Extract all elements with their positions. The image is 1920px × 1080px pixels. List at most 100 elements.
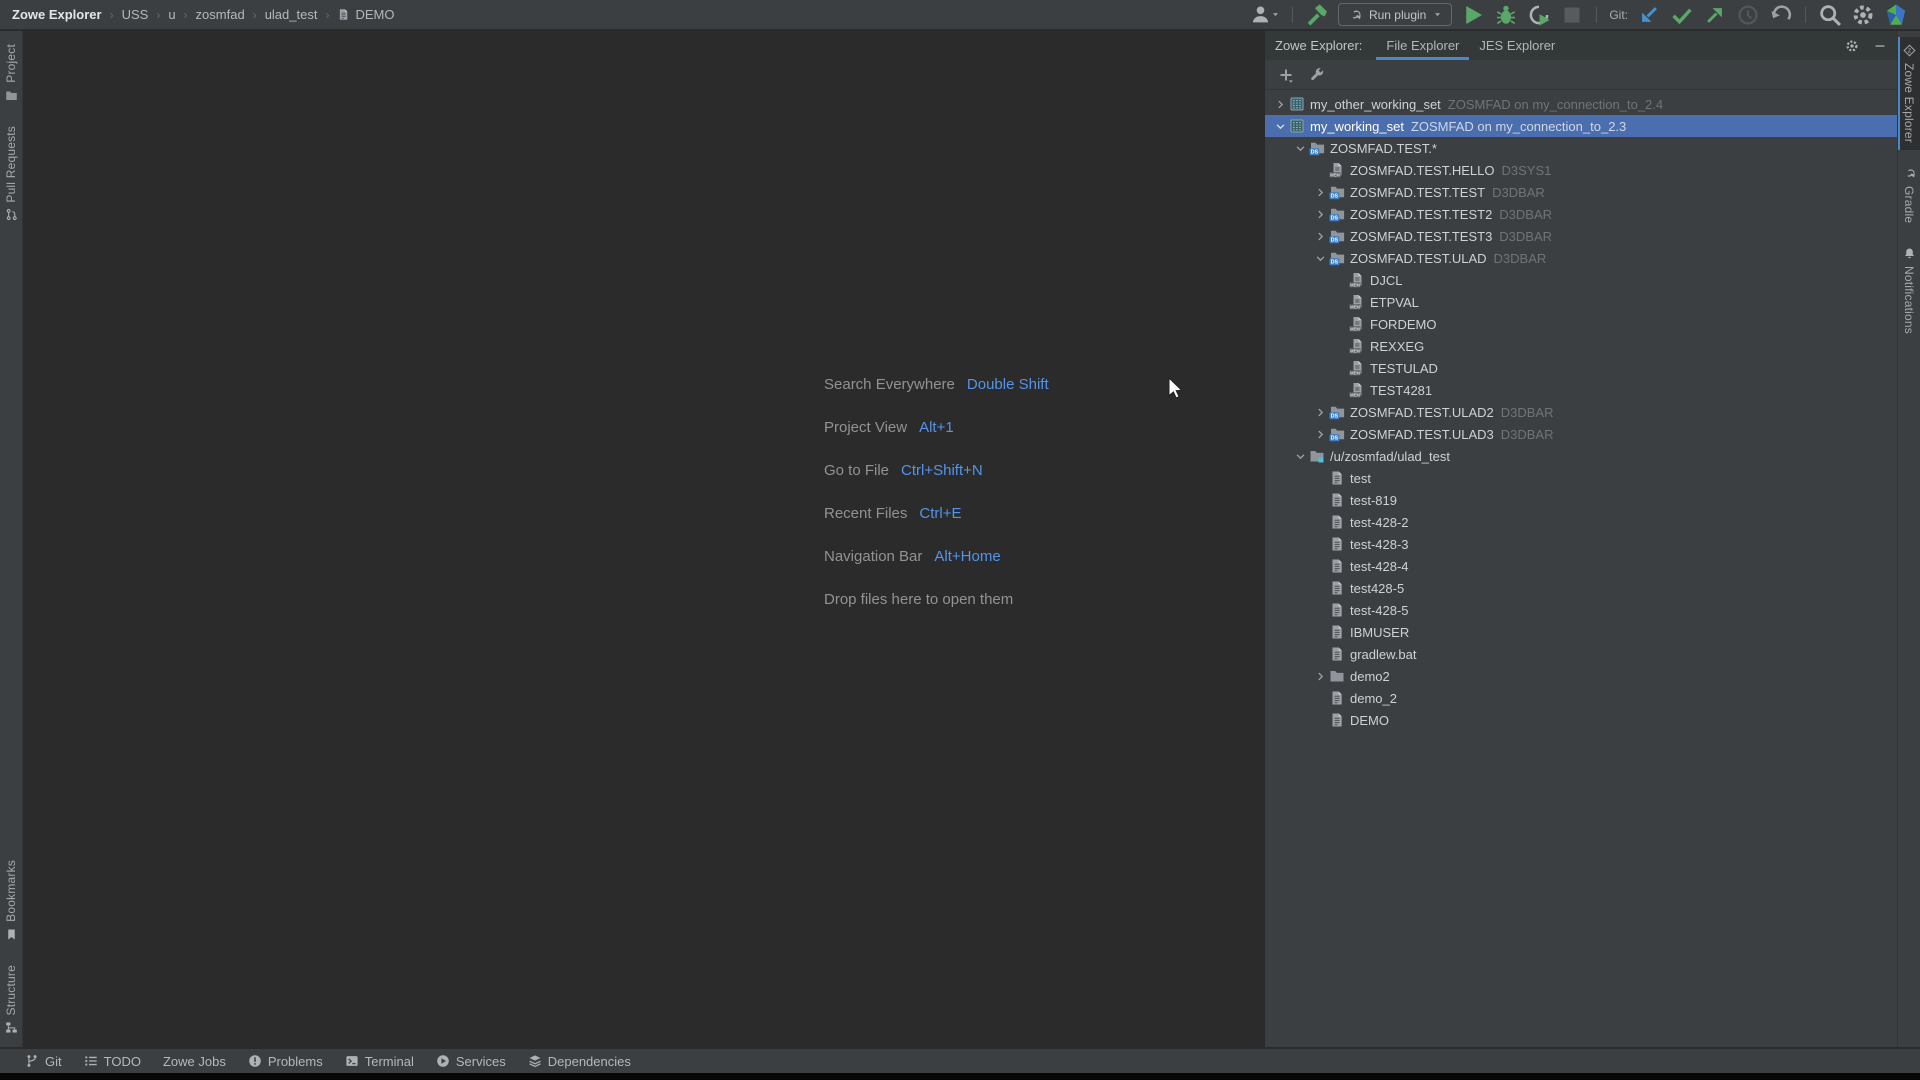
tree-row[interactable]: test	[1265, 467, 1897, 489]
tree-item-note: D3DBAR	[1499, 207, 1552, 222]
tree-row[interactable]: demo_2	[1265, 687, 1897, 709]
stop-button[interactable]	[1560, 4, 1584, 26]
tree-item-label: DJCL	[1370, 273, 1403, 288]
ds-folder-icon: DS	[1329, 404, 1348, 420]
statusbar-label: Problems	[268, 1054, 323, 1069]
tree-row[interactable]: MEMTEST4281	[1265, 379, 1897, 401]
left-tool-stripe: Project Pull Requests Bookmarks Structure	[0, 31, 23, 1047]
breadcrumb-separator: ›	[325, 8, 329, 22]
statusbar-todo[interactable]: TODO	[84, 1054, 141, 1069]
run-button[interactable]	[1461, 4, 1485, 26]
statusbar-terminal[interactable]: Terminal	[345, 1054, 414, 1069]
search-everywhere-button[interactable]	[1818, 4, 1842, 26]
tree-row[interactable]: DSZOSMFAD.TEST.ULAD3D3DBAR	[1265, 423, 1897, 445]
tree-row[interactable]: test-428-4	[1265, 555, 1897, 577]
tree-row[interactable]: test-819	[1265, 489, 1897, 511]
tree-row[interactable]: MEMZOSMFAD.TEST.HELLOD3SYS1	[1265, 159, 1897, 181]
tree-row[interactable]: DSZOSMFAD.TEST.TESTD3DBAR	[1265, 181, 1897, 203]
run-config-combo[interactable]: Run plugin	[1338, 3, 1452, 26]
shortcut-row: Recent FilesCtrl+E	[824, 492, 1049, 535]
rollback-button[interactable]	[1769, 4, 1793, 26]
stripe-button-bookmarks[interactable]: Bookmarks	[0, 853, 22, 948]
push-button[interactable]	[1703, 4, 1727, 26]
breadcrumb-item-zowe-explorer[interactable]: Zowe Explorer	[12, 7, 102, 22]
tab-file-explorer[interactable]: File Explorer	[1376, 31, 1469, 60]
tree-row[interactable]: my_other_working_setZOSMFAD on my_connec…	[1265, 93, 1897, 115]
account-button[interactable]	[1250, 4, 1280, 26]
panel-options-button[interactable]	[1845, 39, 1859, 53]
debug-button[interactable]	[1494, 4, 1518, 26]
chevron-down-icon[interactable]	[1311, 253, 1329, 264]
build-project-button[interactable]	[1305, 4, 1329, 26]
tree-row[interactable]: MEMDJCL	[1265, 269, 1897, 291]
stripe-button-pull-requests[interactable]: Pull Requests	[0, 119, 22, 229]
tree-row[interactable]: /u/zosmfad/ulad_test	[1265, 445, 1897, 467]
tree-row[interactable]: test428-5	[1265, 577, 1897, 599]
chevron-down-icon[interactable]	[1291, 451, 1309, 462]
shortcut-keys: Alt+1	[919, 419, 954, 436]
toolbar-separator	[1292, 7, 1293, 23]
edit-profile-button[interactable]	[1309, 67, 1325, 83]
tree-row[interactable]: gradlew.bat	[1265, 643, 1897, 665]
stripe-button-zowe-explorer[interactable]: ZZowe Explorer	[1898, 37, 1920, 150]
update-project-button[interactable]	[1637, 4, 1661, 26]
chevron-down-icon[interactable]	[1291, 143, 1309, 154]
tree-row[interactable]: DSZOSMFAD.TEST.TEST3D3DBAR	[1265, 225, 1897, 247]
statusbar-problems[interactable]: Problems	[248, 1054, 323, 1069]
tree-row[interactable]: DSZOSMFAD.TEST.TEST2D3DBAR	[1265, 203, 1897, 225]
terminal-icon	[345, 1054, 359, 1068]
plugin-gem-button[interactable]	[1884, 4, 1908, 26]
settings-button[interactable]	[1851, 4, 1875, 26]
tree-row[interactable]: demo2	[1265, 665, 1897, 687]
tree-row[interactable]: MEMFORDEMO	[1265, 313, 1897, 335]
svg-text:DS: DS	[1331, 436, 1339, 442]
stripe-button-project[interactable]: Project	[0, 37, 22, 109]
chevron-right-icon[interactable]	[1311, 209, 1329, 220]
breadcrumb-item-u[interactable]: u	[168, 7, 175, 22]
stripe-button-notifications[interactable]: Notifications	[1898, 240, 1920, 341]
breadcrumb-item-demo[interactable]: DEMO	[337, 7, 394, 22]
breadcrumb-item-zosmfad[interactable]: zosmfad	[196, 7, 245, 22]
tree-row[interactable]: DEMO	[1265, 709, 1897, 731]
commit-button[interactable]	[1670, 4, 1694, 26]
tree-row[interactable]: test-428-3	[1265, 533, 1897, 555]
tree-row[interactable]: test-428-5	[1265, 599, 1897, 621]
gradle-elephant-icon	[1348, 8, 1362, 22]
chevron-right-icon[interactable]	[1311, 407, 1329, 418]
chevron-right-icon[interactable]	[1311, 671, 1329, 682]
tab-jes-explorer[interactable]: JES Explorer	[1469, 31, 1565, 60]
tree-row[interactable]: DSZOSMFAD.TEST.ULADD3DBAR	[1265, 247, 1897, 269]
hide-panel-button[interactable]	[1873, 39, 1887, 53]
tree-row[interactable]: DSZOSMFAD.TEST.*	[1265, 137, 1897, 159]
tree-item-label: REXXEG	[1370, 339, 1424, 354]
chevron-right-icon[interactable]	[1311, 187, 1329, 198]
breadcrumb-item-uss[interactable]: USS	[122, 7, 149, 22]
add-profile-button[interactable]	[1278, 67, 1294, 83]
tree-row[interactable]: IBMUSER	[1265, 621, 1897, 643]
svg-text:DS: DS	[1331, 238, 1339, 244]
toolbar-run-actions	[1461, 4, 1584, 26]
statusbar-git[interactable]: Git	[25, 1054, 62, 1069]
breadcrumb-label: ulad_test	[265, 7, 318, 22]
breadcrumb-item-ulad-test[interactable]: ulad_test	[265, 7, 318, 22]
chevron-down-icon[interactable]	[1271, 121, 1289, 132]
chevron-right-icon[interactable]	[1271, 99, 1289, 110]
stripe-button-structure[interactable]: Structure	[0, 958, 22, 1042]
statusbar-services[interactable]: Services	[436, 1054, 506, 1069]
tree-row[interactable]: MEMTESTULAD	[1265, 357, 1897, 379]
statusbar-dependencies[interactable]: Dependencies	[528, 1054, 631, 1069]
tree-row[interactable]: DSZOSMFAD.TEST.ULAD2D3DBAR	[1265, 401, 1897, 423]
statusbar-zowe-jobs[interactable]: Zowe Jobs	[163, 1054, 226, 1069]
shortcut-label: Project View	[824, 419, 907, 436]
tree-row[interactable]: MEMREXXEG	[1265, 335, 1897, 357]
editor-area[interactable]: Search EverywhereDouble ShiftProject Vie…	[24, 31, 1264, 1047]
history-button[interactable]	[1736, 4, 1760, 26]
tree-row[interactable]: my_working_setZOSMFAD on my_connection_t…	[1265, 115, 1897, 137]
chevron-right-icon[interactable]	[1311, 429, 1329, 440]
stripe-button-gradle[interactable]: Gradle	[1898, 160, 1920, 230]
tree-row[interactable]: MEMETPVAL	[1265, 291, 1897, 313]
tree-row[interactable]: test-428-2	[1265, 511, 1897, 533]
run-with-coverage-button[interactable]	[1527, 4, 1551, 26]
chevron-right-icon[interactable]	[1311, 231, 1329, 242]
main-toolbar: Zowe Explorer›USS›u›zosmfad›ulad_test›DE…	[0, 0, 1920, 30]
